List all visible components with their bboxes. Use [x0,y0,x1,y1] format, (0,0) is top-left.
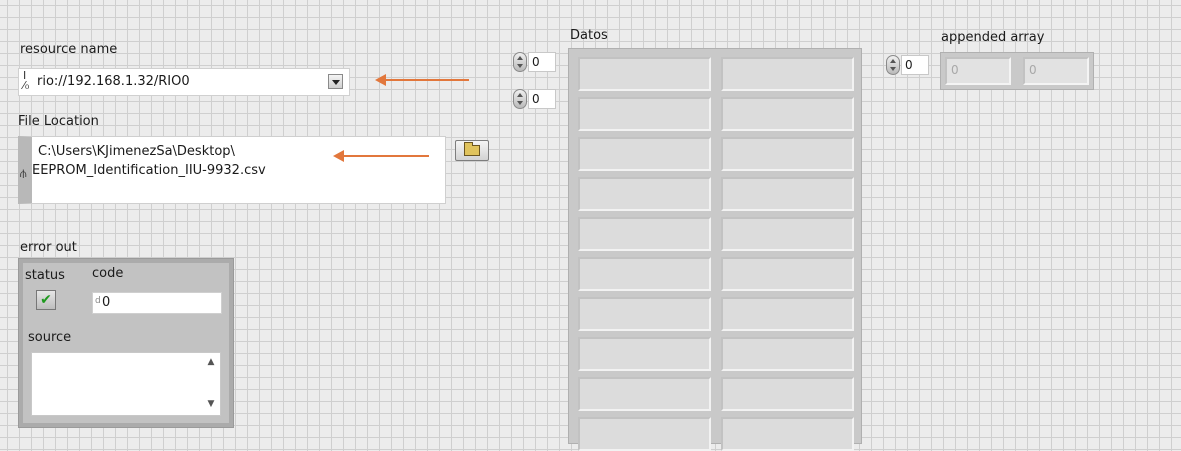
scroll-up-icon[interactable]: ▲ [205,357,217,369]
datos-array-cell[interactable] [721,337,854,371]
resource-name-value[interactable]: rio://192.168.1.32/RIO0 [37,74,190,89]
status-label: status [25,268,65,283]
file-path-line-2: EEPROM_Identification_IIU-9932.csv [32,163,266,178]
io-icon: I ⁄₀ [23,69,30,92]
code-label: code [92,266,124,281]
file-path-line-1: C:\Users\KJimenezSa\Desktop\ [38,144,235,159]
status-indicator[interactable]: ✔ [36,290,56,310]
appended-array-label: appended array [941,30,1045,45]
source-field[interactable]: ▲ ▼ [31,352,221,416]
numeric-prefix-icon: d [95,296,101,306]
column-index-field[interactable]: 0 [528,89,556,109]
datos-label: Datos [570,28,608,43]
appended-array: 0 0 [940,52,1094,90]
datos-array-cell[interactable] [578,337,711,371]
resource-name-label: resource name [20,42,118,57]
column-index-spinner-icon[interactable] [513,89,527,109]
scroll-down-icon[interactable]: ▼ [205,399,217,411]
datos-array-cell[interactable] [578,297,711,331]
error-out-label: error out [20,240,77,255]
annotation-arrow-icon [333,150,429,162]
dropdown-arrow-icon[interactable] [328,74,343,89]
datos-array-cell[interactable] [578,97,711,131]
appended-array-cell[interactable]: 0 [945,57,1011,85]
resource-name-control[interactable]: I ⁄₀ rio://192.168.1.32/RIO0 [18,68,350,96]
folder-icon [464,142,480,156]
datos-array-cell[interactable] [578,257,711,291]
datos-array [568,48,862,451]
datos-array-cell[interactable] [721,97,854,131]
datos-array-cell[interactable] [721,377,854,411]
datos-array-cell[interactable] [578,217,711,251]
datos-array-cell[interactable] [578,377,711,411]
datos-array-cell[interactable] [578,137,711,171]
source-label: source [28,330,72,345]
appended-index-field[interactable]: 0 [901,55,929,75]
datos-array-cell[interactable] [721,57,854,91]
annotation-arrow-icon [375,74,469,86]
datos-array-cell[interactable] [578,177,711,211]
appended-array-cell[interactable]: 0 [1023,57,1089,85]
file-path-control[interactable]: ⫛ C:\Users\KJimenezSa\Desktop\ EEPROM_Id… [18,136,446,204]
datos-array-cell[interactable] [721,417,854,451]
datos-array-cell[interactable] [721,177,854,211]
file-location-label: File Location [18,114,99,129]
datos-array-cell[interactable] [578,57,711,91]
path-icon: ⫛ [20,167,27,180]
datos-array-cell[interactable] [721,257,854,291]
datos-array-cell[interactable] [578,417,711,451]
code-value: 0 [102,295,111,310]
code-field[interactable]: d 0 [92,292,222,314]
row-index-spinner-icon[interactable] [513,52,527,72]
datos-array-cell[interactable] [721,137,854,171]
appended-index-spinner-icon[interactable] [886,55,900,75]
datos-array-cell[interactable] [721,297,854,331]
datos-array-cell[interactable] [721,217,854,251]
row-index-field[interactable]: 0 [528,52,556,72]
check-icon: ✔ [40,292,52,308]
browse-button[interactable] [455,140,489,161]
